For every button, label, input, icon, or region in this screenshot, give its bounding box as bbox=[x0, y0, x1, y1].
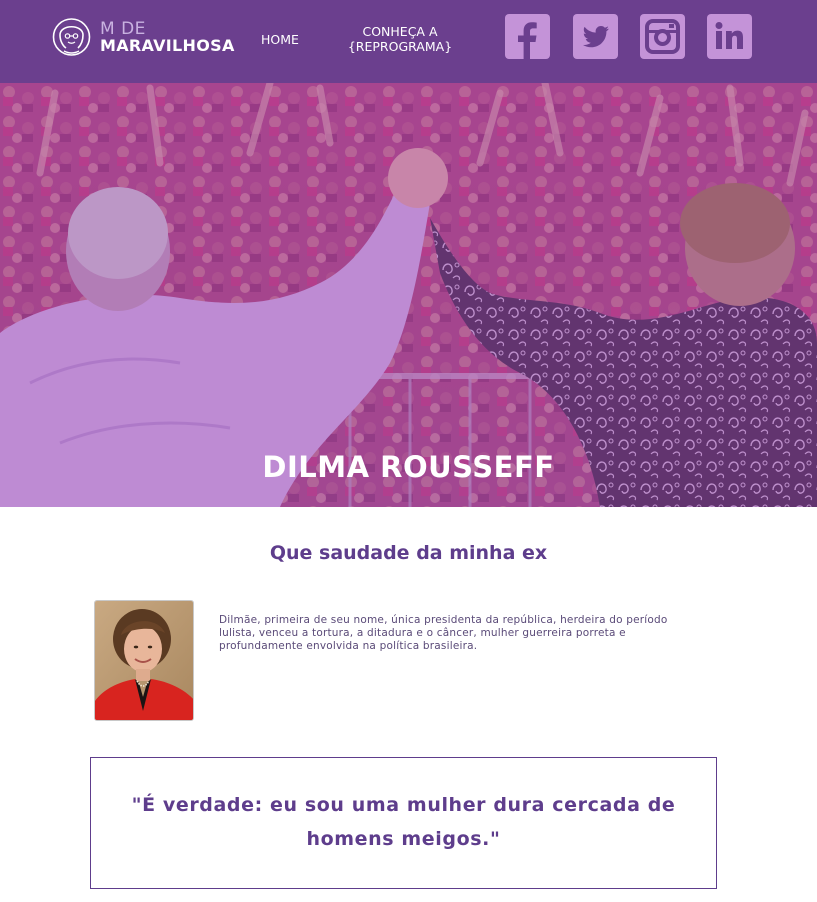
portrait-image bbox=[95, 601, 193, 720]
section-subtitle: Que saudade da minha ex bbox=[269, 542, 548, 564]
bio-text: Dilmãe, primeira de seu nome, única pres… bbox=[219, 614, 668, 652]
facebook-button[interactable] bbox=[505, 14, 550, 59]
woman-face-logo-icon bbox=[52, 18, 91, 56]
nav-home-link[interactable]: HOME bbox=[261, 32, 299, 47]
instagram-button[interactable] bbox=[640, 14, 685, 59]
quote-line-1: "É verdade: eu sou uma mulher dura cerca… bbox=[131, 794, 676, 816]
nav-conheca-label-line1: CONHEÇA A bbox=[362, 24, 438, 39]
site-logo[interactable]: M DE MARAVILHOSA bbox=[52, 15, 242, 61]
hero-banner: DILMA ROUSSEFF bbox=[0, 83, 817, 507]
site-header: M DE MARAVILHOSA HOME CONHEÇA A {REPROGR… bbox=[0, 0, 817, 83]
quote-line-2: homens meigos." bbox=[306, 828, 501, 850]
dilma-portrait-photo bbox=[94, 600, 194, 721]
quote-box: "É verdade: eu sou uma mulher dura cerca… bbox=[90, 757, 717, 889]
quote-text: "É verdade: eu sou uma mulher dura cerca… bbox=[111, 788, 696, 856]
nav-conheca-reprograma-link[interactable]: CONHEÇA A {REPROGRAMA} bbox=[345, 24, 455, 54]
logo-text-bottom: MARAVILHOSA bbox=[100, 36, 235, 55]
twitter-icon bbox=[582, 26, 609, 48]
hero-crowd-image bbox=[0, 83, 817, 507]
linkedin-icon bbox=[715, 22, 743, 49]
facebook-icon bbox=[518, 22, 537, 59]
nav-conheca-label-line2: {REPROGRAMA} bbox=[347, 39, 453, 54]
linkedin-button[interactable] bbox=[707, 14, 752, 59]
hero-title: DILMA ROUSSEFF bbox=[262, 450, 555, 484]
instagram-icon bbox=[645, 19, 680, 54]
twitter-button[interactable] bbox=[573, 14, 618, 59]
